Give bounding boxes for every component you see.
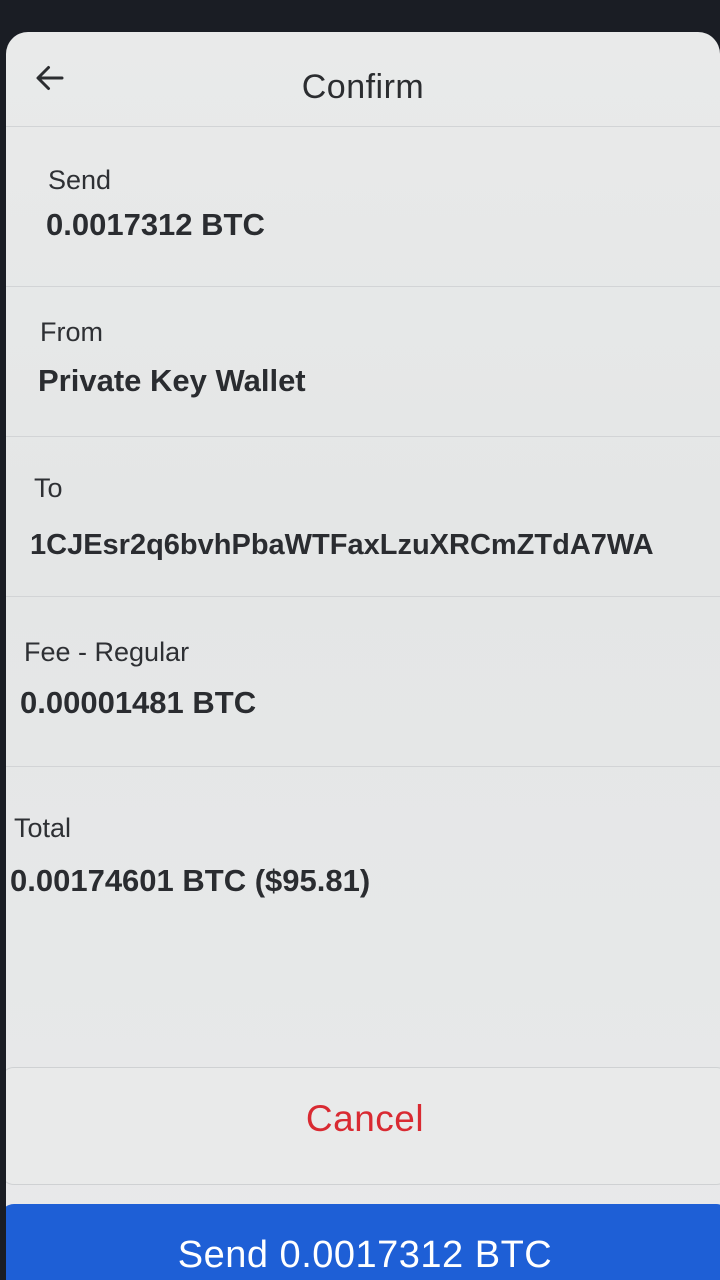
to-label: To (34, 473, 63, 503)
from-label: From (40, 317, 103, 347)
send-amount-value: 0.0017312 BTC (46, 207, 265, 242)
fee-label: Fee - Regular (24, 637, 190, 667)
fee-row: Fee - Regular 0.00001481 BTC (6, 597, 720, 767)
total-value: 0.00174601 BTC ($95.81) (10, 863, 371, 898)
send-label: Send (48, 165, 112, 195)
page-title: Confirm (301, 68, 425, 106)
cancel-button-label: Cancel (305, 1098, 425, 1139)
confirm-screen: Confirm Send 0.0017312 BTC From Private … (6, 32, 720, 1280)
send-amount-row: Send 0.0017312 BTC (6, 127, 720, 287)
fee-value: 0.00001481 BTC (20, 685, 257, 720)
send-button[interactable]: Send 0.0017312 BTC (6, 1204, 720, 1280)
from-wallet-value: Private Key Wallet (38, 363, 306, 398)
header-bar: Confirm (6, 32, 720, 127)
to-address-value: 1CJEsr2q6bvhPbaWTFaxLzuXRCmZTdA7WA (30, 529, 654, 561)
total-label: Total (14, 813, 72, 843)
cancel-button[interactable]: Cancel (6, 1067, 720, 1185)
total-row: Total 0.00174601 BTC ($95.81) (6, 767, 720, 982)
from-wallet-row: From Private Key Wallet (6, 287, 720, 437)
send-button-label: Send 0.0017312 BTC (177, 1234, 553, 1276)
to-address-row: To 1CJEsr2q6bvhPbaWTFaxLzuXRCmZTdA7WA (6, 437, 720, 597)
